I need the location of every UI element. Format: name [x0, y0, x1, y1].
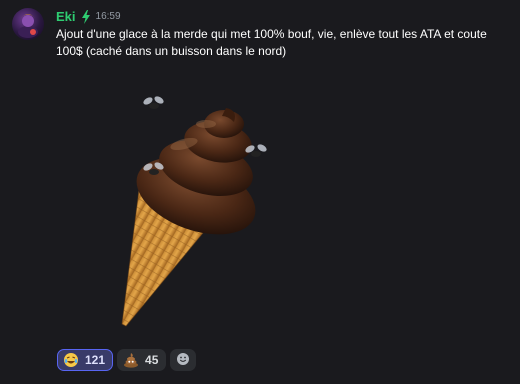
lightning-bolt-icon	[81, 9, 91, 24]
message-text: Ajout d'une glace à la merde qui met 100…	[56, 27, 487, 58]
message-header: Eki 16:59	[56, 7, 121, 25]
reaction-count: 45	[145, 353, 159, 367]
username[interactable]: Eki	[56, 9, 76, 24]
avatar[interactable]	[12, 8, 44, 40]
chat-message: Eki 16:59 Ajout d'une glace à la merde q…	[0, 0, 520, 384]
reaction-poo[interactable]: 45	[117, 349, 167, 371]
fly-icon	[143, 96, 164, 109]
pile-of-poo-emoji	[123, 352, 139, 368]
add-reaction-smiley-icon	[176, 351, 190, 370]
reaction-count: 121	[85, 353, 106, 367]
reaction-laughing[interactable]: 121	[57, 349, 114, 371]
timestamp: 16:59	[95, 10, 121, 22]
add-reaction-button[interactable]	[170, 349, 197, 371]
rolling-on-floor-laughing-emoji	[63, 352, 79, 368]
reactions-bar: 121 45	[57, 349, 197, 371]
ice-cream-cone-with-flies-image[interactable]	[56, 86, 296, 334]
